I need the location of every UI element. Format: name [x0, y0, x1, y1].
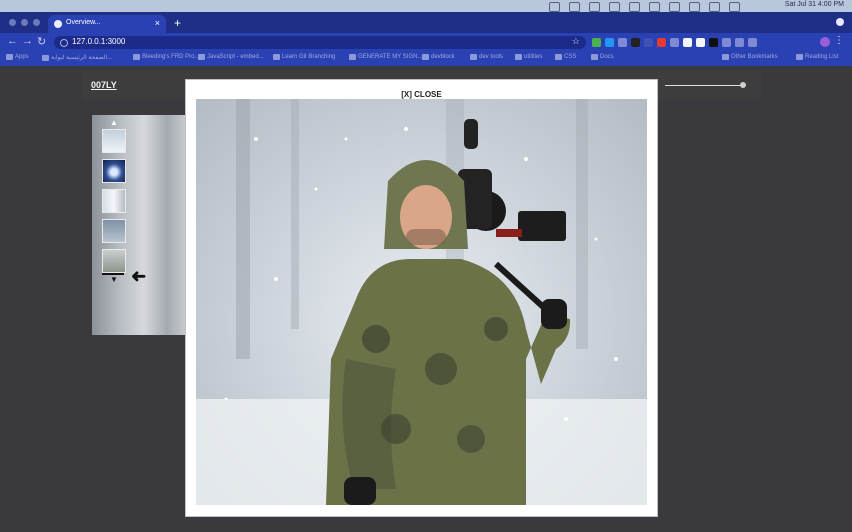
lightbox-photo — [196, 99, 647, 505]
reading-list-icon — [796, 54, 803, 60]
menubar-status-icons — [549, 2, 740, 12]
extension-icon[interactable] — [683, 38, 692, 47]
bookmark-item[interactable]: JavaScript - embed... — [198, 54, 264, 60]
extension-icon[interactable] — [644, 38, 653, 47]
bookmark-folder[interactable]: Other Bookmarks — [722, 54, 778, 60]
forward-arrow-icon[interactable]: → — [22, 35, 33, 47]
folder-icon — [470, 54, 477, 60]
folder-icon — [422, 54, 429, 60]
status-icon[interactable] — [669, 2, 680, 12]
bookmark-item[interactable]: Apps — [6, 54, 29, 60]
bookmark-folder[interactable]: dev tools — [470, 54, 503, 60]
folder-icon — [722, 54, 729, 60]
back-arrow-icon[interactable]: ← — [7, 35, 18, 47]
bookmark-star-icon[interactable]: ☆ — [572, 36, 580, 47]
menubar-clock[interactable]: Sat Jul 31 4:00 PM — [785, 1, 844, 8]
apple-icon — [6, 1, 14, 10]
folder-icon — [555, 54, 562, 60]
mac-menubar: Sat Jul 31 4:00 PM — [0, 0, 852, 12]
browser-tab-active[interactable]: Overview... × — [48, 15, 166, 33]
bookmark-favicon-icon — [273, 54, 280, 60]
window-controls — [9, 19, 40, 26]
lightbox-modal: [X] CLOSE — [185, 79, 658, 517]
folder-icon — [591, 54, 598, 60]
gallery-thumbnail[interactable] — [102, 189, 126, 213]
page-viewport: 007LY ▲ ▼ ➜ [X] CLOSE — [0, 66, 852, 532]
bookmark-folder[interactable]: Docs — [591, 54, 614, 60]
tab-favicon — [54, 20, 62, 28]
bookmark-item[interactable]: GENERATE MY SIGN... — [349, 54, 422, 60]
extension-icon[interactable] — [631, 38, 640, 47]
header-slider[interactable] — [665, 85, 745, 86]
bookmark-item[interactable]: Reading List — [796, 54, 838, 60]
tab-close-icon[interactable]: × — [155, 18, 160, 28]
status-icon[interactable] — [689, 2, 700, 12]
bookmark-favicon-icon — [349, 54, 356, 60]
browser-menu-icon[interactable]: ⋮ — [834, 35, 844, 46]
left-arrow-icon: ➜ — [131, 266, 147, 286]
lightbox-close-button[interactable]: [X] CLOSE — [186, 90, 657, 99]
tab-search-icon[interactable] — [836, 18, 844, 26]
profile-avatar[interactable] — [820, 37, 830, 47]
bookmark-favicon-icon — [133, 54, 140, 60]
address-url[interactable]: 127.0.0.1:3000 — [72, 37, 125, 46]
status-icon[interactable] — [729, 2, 740, 12]
new-tab-button[interactable]: + — [174, 16, 181, 30]
gallery-thumbnail-selected[interactable] — [102, 249, 126, 273]
browser-tabstrip: Overview... × + — [0, 12, 852, 33]
reload-icon[interactable]: ↻ — [37, 35, 46, 48]
browser-toolbar: ← → ↻ 127.0.0.1:3000 ☆ ⋮ — [0, 33, 852, 52]
extension-icon[interactable] — [657, 38, 666, 47]
status-icon[interactable] — [589, 2, 600, 12]
extension-icon[interactable] — [670, 38, 679, 47]
reading-list-icon[interactable] — [748, 38, 757, 47]
bookmark-item[interactable]: الصفحة الرئيسية لبوابة... — [42, 54, 112, 61]
site-logo-link[interactable]: 007LY — [91, 80, 117, 90]
extension-icon[interactable] — [709, 38, 718, 47]
bookmark-folder[interactable]: devblock — [422, 54, 455, 60]
bookmark-folder[interactable]: utilities — [515, 54, 542, 60]
window-minimize-button[interactable] — [21, 19, 28, 26]
address-bar[interactable]: 127.0.0.1:3000 ☆ — [54, 36, 586, 49]
extension-icon[interactable] — [722, 38, 731, 47]
tab-title: Overview... — [66, 19, 101, 26]
bookmark-item[interactable]: Bleeding's FRD Pro... — [133, 54, 200, 60]
status-icon[interactable] — [609, 2, 620, 12]
folder-icon — [515, 54, 522, 60]
status-icon[interactable] — [629, 2, 640, 12]
thumb-scroll-down-icon[interactable]: ▼ — [110, 275, 118, 284]
thumb-scroll-up-icon[interactable]: ▲ — [110, 118, 118, 127]
gallery-thumbnail[interactable] — [102, 159, 126, 183]
status-icon[interactable] — [549, 2, 560, 12]
bookmark-favicon-icon — [42, 54, 49, 61]
gallery-thumbnail[interactable] — [102, 219, 126, 243]
window-zoom-button[interactable] — [33, 19, 40, 26]
window-close-button[interactable] — [9, 19, 16, 26]
header-slider-thumb[interactable] — [740, 82, 746, 88]
status-icon[interactable] — [569, 2, 580, 12]
bookmark-folder[interactable]: CSS — [555, 54, 576, 60]
bookmarks-bar: Apps الصفحة الرئيسية لبوابة... Bleeding'… — [0, 52, 852, 66]
gallery-thumbnail[interactable] — [102, 129, 126, 153]
status-icon[interactable] — [649, 2, 660, 12]
extension-icon[interactable] — [592, 38, 601, 47]
snowy-photographer-image — [196, 99, 647, 505]
bookmark-item[interactable]: Learn Git Branching — [273, 54, 335, 60]
status-icon[interactable] — [709, 2, 720, 12]
extension-icon[interactable] — [618, 38, 627, 47]
extension-icon[interactable] — [605, 38, 614, 47]
extension-icon[interactable] — [696, 38, 705, 47]
extensions-puzzle-icon[interactable] — [735, 38, 744, 47]
site-info-icon[interactable] — [60, 39, 68, 47]
apps-grid-icon — [6, 54, 13, 60]
bookmark-favicon-icon — [198, 54, 205, 60]
extensions-tray — [592, 38, 757, 47]
